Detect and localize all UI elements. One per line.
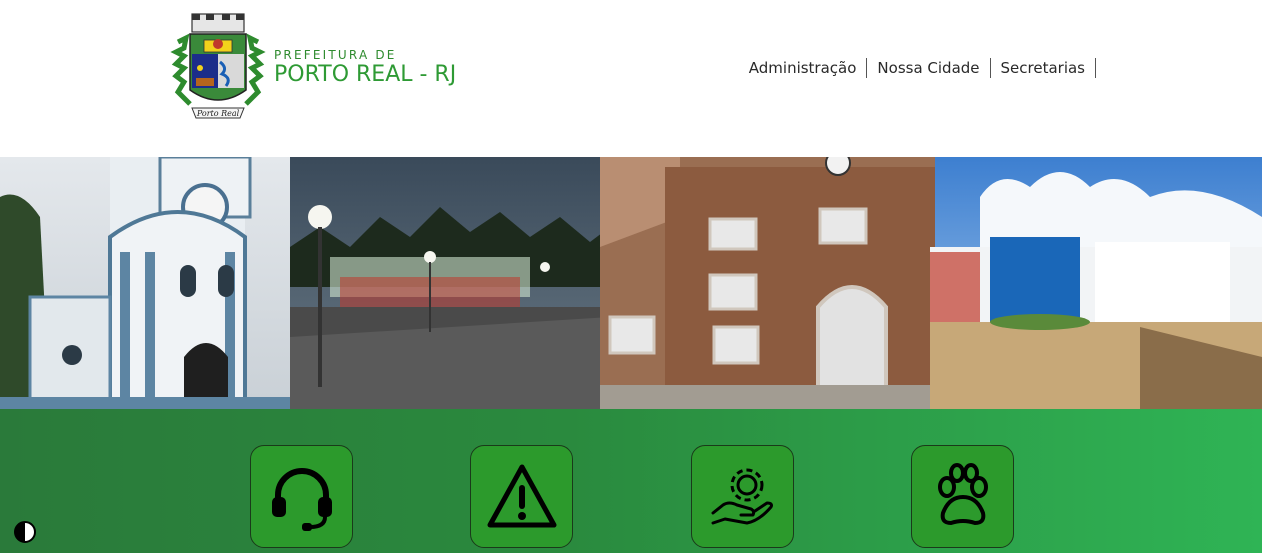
warning-icon <box>487 464 556 527</box>
service-tile-alertas[interactable] <box>470 445 573 548</box>
paw-icon <box>937 462 988 525</box>
hero-collage-image <box>0 157 1262 409</box>
nav-item-nossa-cidade[interactable]: Nossa Cidade <box>867 58 991 78</box>
headset-icon <box>271 467 332 531</box>
brand-title[interactable]: PREFEITURA DE PORTO REAL - RJ <box>274 48 456 88</box>
services-strip <box>0 409 1262 553</box>
hero-banner <box>0 157 1262 409</box>
nav-item-secretarias[interactable]: Secretarias <box>991 58 1096 78</box>
service-tile-servicos[interactable] <box>691 445 794 548</box>
coat-of-arms-logo[interactable]: Porto Real <box>170 12 266 120</box>
brand-name: PORTO REAL - RJ <box>274 62 457 87</box>
service-tile-atendimento[interactable] <box>250 445 353 548</box>
nav-item-administracao[interactable]: Administração <box>739 58 868 78</box>
site-header: Porto Real PREFEITURA DE PORTO REAL - RJ… <box>0 0 1262 157</box>
contrast-toggle-button[interactable] <box>13 520 37 544</box>
brand-subtitle: PREFEITURA DE <box>274 48 397 62</box>
contrast-icon <box>14 521 36 543</box>
svg-text:Porto Real: Porto Real <box>196 109 240 118</box>
gear-hand-icon <box>711 468 773 524</box>
service-tile-animais[interactable] <box>911 445 1014 548</box>
main-nav: Administração Nossa Cidade Secretarias <box>739 58 1096 78</box>
